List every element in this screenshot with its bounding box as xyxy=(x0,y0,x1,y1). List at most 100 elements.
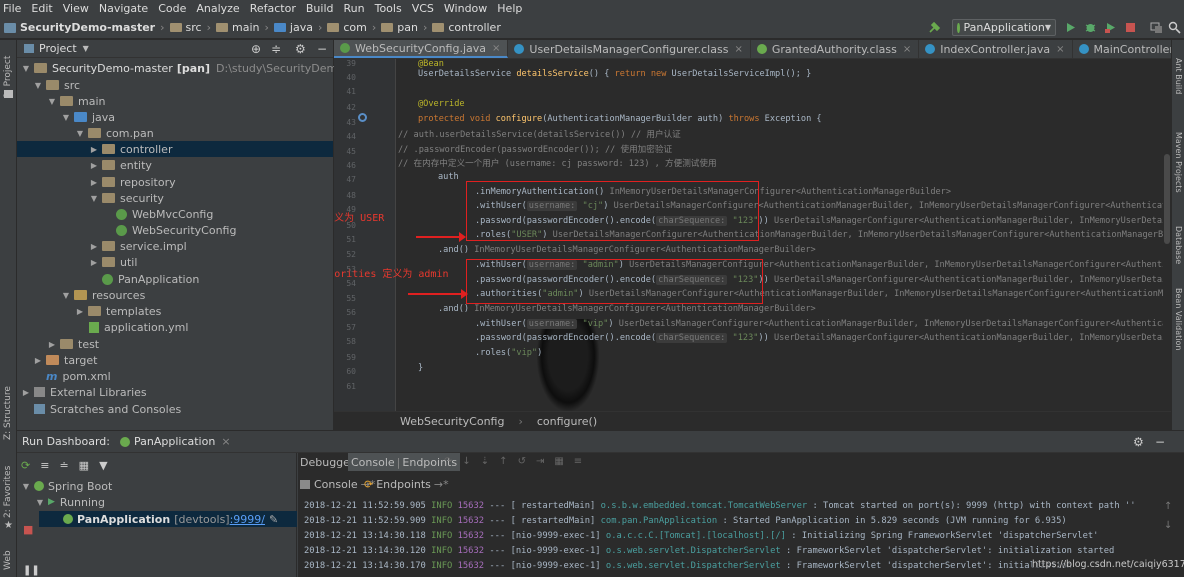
close-icon[interactable]: × xyxy=(492,43,500,54)
menu-navigate[interactable]: Navigate xyxy=(94,2,153,15)
menu-file[interactable]: File xyxy=(0,2,26,15)
tab-maincontroller[interactable]: MainController.java× xyxy=(1073,40,1171,58)
endpoints-tab[interactable]: ⟳ Endpoints →* xyxy=(364,475,449,493)
menu-window[interactable]: Window xyxy=(439,2,492,15)
menu-tools[interactable]: Tools xyxy=(370,2,407,15)
tree-item-spring-boot[interactable]: ▼ Spring Boot xyxy=(21,478,112,494)
subtab-debugger[interactable]: Debugger xyxy=(300,453,354,471)
database-tool-button[interactable]: Database xyxy=(1174,226,1183,264)
collapse-all-icon[interactable]: ≐ xyxy=(59,459,68,472)
gear-icon[interactable]: ⚙ xyxy=(295,42,306,56)
hammer-icon[interactable] xyxy=(928,21,941,34)
run-configuration-select[interactable]: PanApplication ▼ xyxy=(952,19,1056,36)
tree-item-java[interactable]: ▼ java xyxy=(61,109,115,125)
tree-item-util[interactable]: ▶ util xyxy=(89,254,137,270)
pause-icon[interactable]: ❚❚ xyxy=(23,565,40,576)
code-editor[interactable]: 39 40 41 42 43 44 45 46 47 48 49 50 51 5… xyxy=(334,59,1171,411)
editor-breadcrumb-method[interactable]: configure() xyxy=(537,415,597,428)
collapse-all-icon[interactable]: ≑ xyxy=(271,42,281,56)
trace-icon[interactable]: ≡ xyxy=(574,456,582,467)
web-tool-button[interactable]: Web xyxy=(3,550,13,570)
tree-item-webmvcconfig[interactable]: WebMvcConfig xyxy=(116,206,213,222)
tree-item-websecurityconfig[interactable]: WebSecurityConfig xyxy=(116,222,236,238)
step-over-icon[interactable]: ↷ xyxy=(444,456,452,467)
tree-item-target[interactable]: ▶ target xyxy=(33,352,98,368)
tree-item-com-pan[interactable]: ▼ com.pan xyxy=(75,125,154,141)
menu-analyze[interactable]: Analyze xyxy=(191,2,244,15)
port-link[interactable]: :9999/ xyxy=(230,513,265,526)
scroll-from-source-icon[interactable]: ⊕ xyxy=(251,42,261,56)
tree-item-templates[interactable]: ▶ templates xyxy=(75,303,161,319)
run-dashboard-app-tab[interactable]: PanApplication xyxy=(134,435,215,448)
close-icon[interactable]: × xyxy=(1056,44,1064,55)
drop-frame-icon[interactable]: ↺ xyxy=(518,456,526,467)
tab-indexcontroller[interactable]: IndexController.java × xyxy=(919,40,1073,58)
structure-tool-button[interactable]: Z: Structure xyxy=(3,386,13,440)
tab-userdetailsmanagerconfigurer[interactable]: UserDetailsManagerConfigurer.class × xyxy=(508,40,751,58)
tab-websecurityconfig[interactable]: WebSecurityConfig.java × xyxy=(334,40,509,58)
menu-refactor[interactable]: Refactor xyxy=(245,2,301,15)
step-out-icon[interactable]: ↑ xyxy=(499,456,507,467)
tree-item-running[interactable]: ▼ ▶ Running xyxy=(35,494,105,510)
filter-icon[interactable]: ▼ xyxy=(99,459,107,472)
evaluate-icon[interactable]: ▦ xyxy=(554,456,563,467)
tree-item-project-root[interactable]: ▼ SecurityDemo-master [pan] D:\study\Sec… xyxy=(21,60,387,76)
tree-item-application-yml[interactable]: application.yml xyxy=(89,319,188,335)
favorites-tool-button[interactable]: 2: Favorites xyxy=(3,466,13,518)
menu-build[interactable]: Build xyxy=(301,2,339,15)
menu-view[interactable]: View xyxy=(58,2,94,15)
close-icon[interactable]: × xyxy=(903,44,911,55)
tree-item-main[interactable]: ▼ main xyxy=(47,93,106,109)
project-structure-icon[interactable] xyxy=(1150,21,1163,34)
group-icon[interactable]: ▦ xyxy=(79,459,89,472)
breadcrumb-pan[interactable]: pan xyxy=(397,21,418,34)
up-icon[interactable]: ↑ xyxy=(1164,501,1172,512)
tree-item-src[interactable]: ▼ src xyxy=(33,77,80,93)
tree-item-pom-xml[interactable]: m pom.xml xyxy=(46,368,111,384)
run-to-cursor-icon[interactable]: ⇥ xyxy=(536,456,544,467)
maven-tool-button[interactable]: Maven Projects xyxy=(1174,132,1183,193)
expand-all-icon[interactable]: ≡ xyxy=(40,459,49,472)
project-view-title[interactable]: Project xyxy=(39,42,77,55)
tree-item-controller[interactable]: ▶ controller xyxy=(17,141,333,157)
tree-item-repository[interactable]: ▶ repository xyxy=(89,174,176,190)
coverage-icon[interactable] xyxy=(1104,21,1117,34)
editor-breadcrumb-class[interactable]: WebSecurityConfig xyxy=(400,415,504,428)
close-icon[interactable]: × xyxy=(221,435,230,448)
close-icon[interactable]: × xyxy=(734,44,742,55)
run-icon[interactable] xyxy=(1064,21,1077,34)
editor-scrollbar-thumb[interactable] xyxy=(1164,154,1170,244)
menu-vcs[interactable]: VCS xyxy=(407,2,439,15)
tree-item-test[interactable]: ▶ test xyxy=(47,336,99,352)
stop-icon[interactable]: ■ xyxy=(23,523,33,536)
force-step-into-icon[interactable]: ⇣ xyxy=(481,456,489,467)
menu-edit[interactable]: Edit xyxy=(26,2,57,15)
tree-item-panapplication-running[interactable]: PanApplication [devtools] :9999/ ✎ xyxy=(39,511,297,527)
tab-grantedauthority[interactable]: GrantedAuthority.class × xyxy=(751,40,920,58)
menu-code[interactable]: Code xyxy=(153,2,191,15)
hide-icon[interactable]: − xyxy=(317,42,327,56)
hide-icon[interactable]: − xyxy=(1155,435,1165,449)
breadcrumb-com[interactable]: com xyxy=(343,21,367,34)
breadcrumb-src[interactable]: src xyxy=(186,21,202,34)
tree-item-panapplication[interactable]: PanApplication xyxy=(102,271,199,287)
debug-icon[interactable] xyxy=(1084,21,1097,34)
tree-item-scratches[interactable]: Scratches and Consoles xyxy=(34,401,181,417)
breadcrumb-java[interactable]: java xyxy=(290,21,313,34)
bean-validation-tool-button[interactable]: Bean Validation xyxy=(1174,288,1183,350)
search-everywhere-icon[interactable] xyxy=(1168,21,1181,34)
tree-item-external-libraries[interactable]: ▶ External Libraries xyxy=(21,384,147,400)
ant-build-tool-button[interactable]: Ant Build xyxy=(1174,58,1183,94)
tree-item-entity[interactable]: ▶ entity xyxy=(89,157,152,173)
menu-run[interactable]: Run xyxy=(339,2,370,15)
chevron-down-icon[interactable]: ▼ xyxy=(83,44,89,53)
gear-icon[interactable]: ⚙ xyxy=(1133,435,1144,449)
editor-scrollbar[interactable] xyxy=(1163,59,1171,411)
breadcrumb-controller[interactable]: controller xyxy=(448,21,500,34)
down-icon[interactable]: ↓ xyxy=(1164,520,1172,531)
override-marker-icon[interactable] xyxy=(358,113,367,122)
tree-item-security[interactable]: ▼ security xyxy=(89,190,164,206)
rerun-icon[interactable]: ⟳ xyxy=(21,459,30,472)
menu-help[interactable]: Help xyxy=(492,2,527,15)
breadcrumb-main[interactable]: main xyxy=(232,21,259,34)
